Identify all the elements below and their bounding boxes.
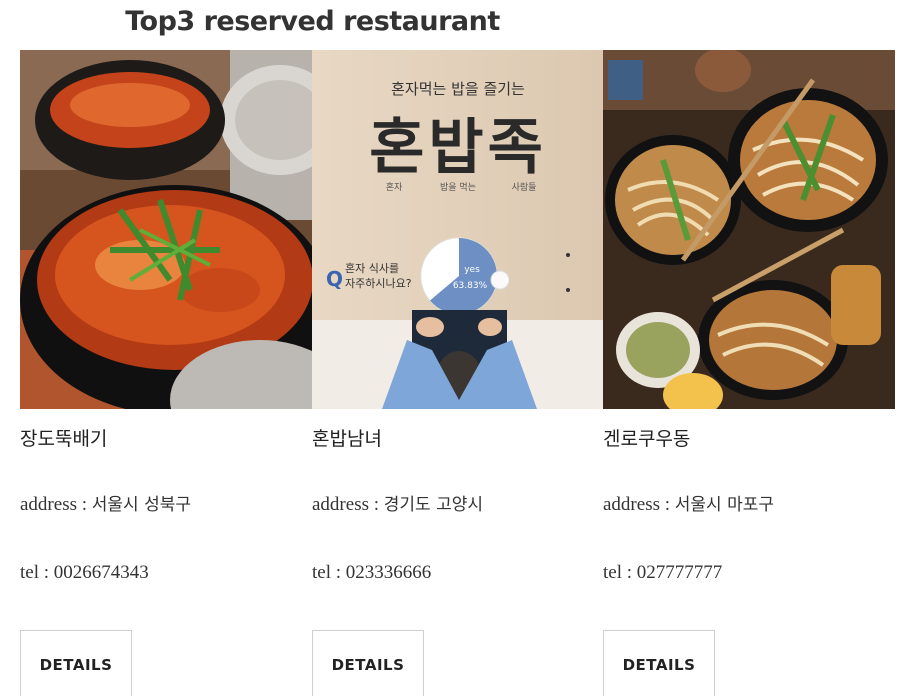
svg-text:Q: Q [326, 267, 343, 291]
restaurant-address: address : 서울시 마포구 [603, 494, 775, 515]
restaurant-address: address : 경기도 고양시 [312, 494, 484, 515]
udon-noodle-photo[interactable] [603, 50, 895, 409]
details-button[interactable]: DETAILS [20, 630, 132, 696]
details-button[interactable]: DETAILS [603, 630, 715, 696]
restaurant-name: 혼밥남녀 [312, 428, 382, 450]
restaurant-tel: tel : 027777777 [603, 562, 723, 583]
stew-dish-photo[interactable] [20, 50, 312, 409]
svg-text:사람들: 사람들 [512, 181, 537, 193]
svg-text:63.83%: 63.83% [453, 281, 488, 291]
svg-text:yes: yes [464, 265, 480, 275]
restaurant-tel: tel : 0026674343 [20, 562, 149, 583]
restaurant-tel: tel : 023336666 [312, 562, 432, 583]
details-button[interactable]: DETAILS [312, 630, 424, 696]
poster-headline-small: 혼자먹는 밥을 즐기는 [391, 80, 525, 98]
restaurant-name: 겐로쿠우동 [603, 428, 691, 450]
page-title: Top3 reserved restaurant [125, 6, 500, 37]
poster-headline-big: 혼밥족 [369, 113, 547, 183]
restaurant-address: address : 서울시 성북구 [20, 494, 192, 515]
restaurant-card-1: 장도뚝배기 address : 서울시 성북구 tel : 0026674343… [20, 50, 312, 696]
svg-text:자주하시나요?: 자주하시나요? [345, 276, 412, 290]
restaurant-name: 장도뚝배기 [20, 428, 108, 450]
svg-text:혼자 식사를: 혼자 식사를 [345, 262, 399, 275]
honbap-poster-photo[interactable]: 혼자먹는 밥을 즐기는 혼밥족 혼자 밥을 먹는 사람들 Q 혼자 식사를 자주… [312, 50, 604, 409]
restaurant-card-3: 겐로쿠우동 address : 서울시 마포구 tel : 027777777 … [603, 50, 895, 696]
restaurant-card-2: 혼자먹는 밥을 즐기는 혼밥족 혼자 밥을 먹는 사람들 Q 혼자 식사를 자주… [312, 50, 604, 696]
svg-text:혼자: 혼자 [386, 181, 403, 193]
svg-text:밥을 먹는: 밥을 먹는 [440, 182, 476, 193]
